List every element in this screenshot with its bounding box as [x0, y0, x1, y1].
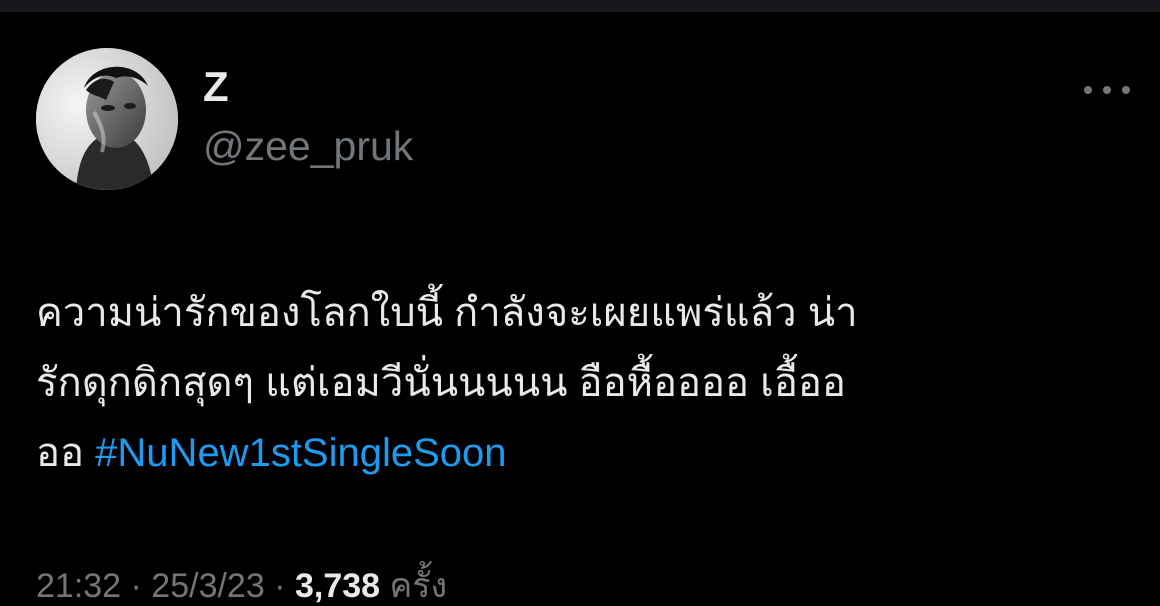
- tweet-text-line-1: ความน่ารักของโลกใบนี้ กำลังจะเผยแพร่แล้ว…: [36, 291, 858, 335]
- tweet-text: ความน่ารักของโลกใบนี้ กำลังจะเผยแพร่แล้ว…: [36, 278, 1126, 488]
- hashtag-link[interactable]: #NuNew1stSingleSoon: [95, 431, 506, 475]
- dot-3: [1122, 86, 1130, 94]
- top-divider-strip: [0, 0, 1160, 12]
- avatar[interactable]: [36, 48, 178, 190]
- profile-photo-icon: [36, 48, 178, 190]
- dot-2: [1103, 86, 1111, 94]
- views-count: 3,738: [294, 567, 381, 605]
- tweet-meta-row: 21:32 · 25/3/23 · 3,738 ครั้ง: [36, 566, 447, 606]
- more-options-icon[interactable]: [1084, 80, 1130, 100]
- author-display-name[interactable]: Z: [203, 66, 229, 108]
- author-handle[interactable]: @zee_pruk: [203, 126, 413, 167]
- tweet-text-line-3: ออ #NuNew1stSingleSoon: [36, 418, 1126, 488]
- tweet-text-line-3-prefix: ออ: [36, 431, 96, 475]
- dot-1: [1084, 86, 1092, 94]
- views-label: ครั้ง: [389, 567, 448, 605]
- tweet-text-line-2: รักดุกดิกสุดๆ แต่เอมวีนั่นนนนน อือหื้อออ…: [36, 361, 846, 405]
- tweet-timestamp[interactable]: 21:32 · 25/3/23 ·: [36, 567, 286, 605]
